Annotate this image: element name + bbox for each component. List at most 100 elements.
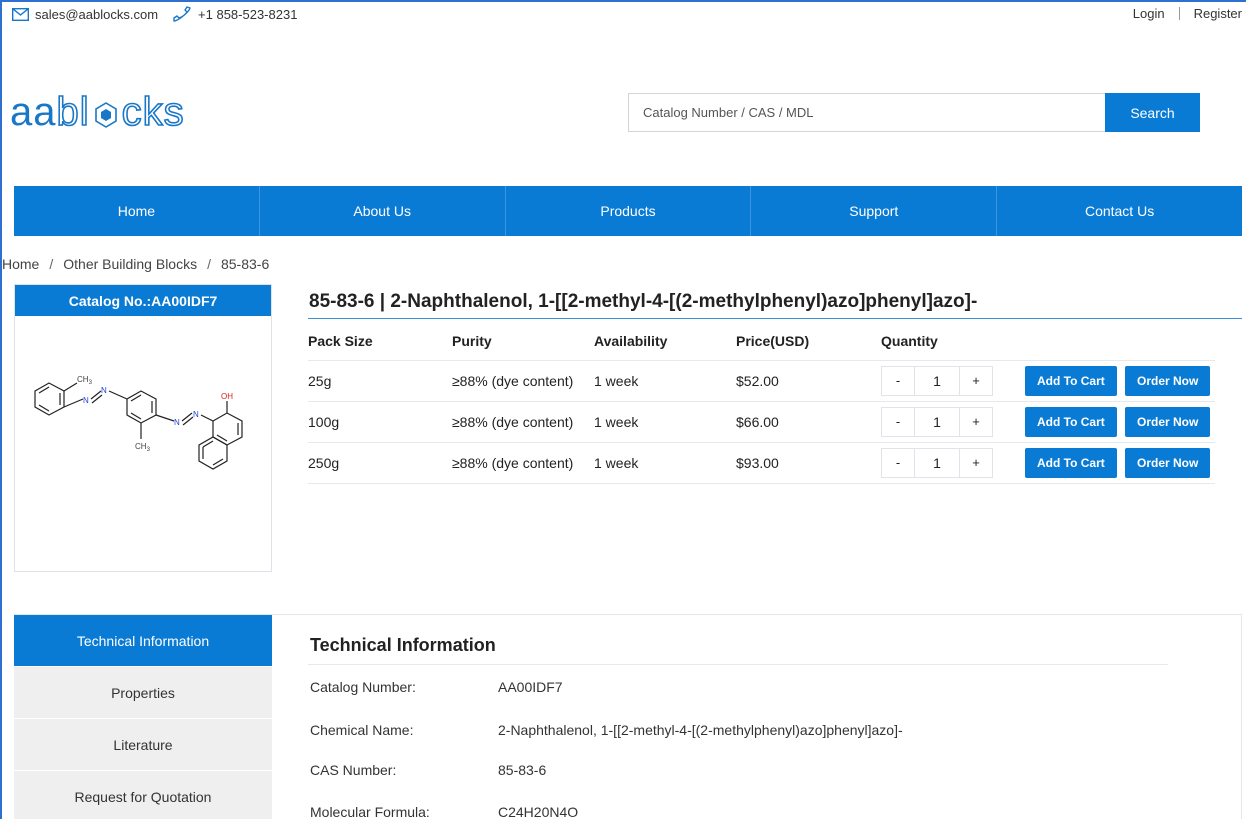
header-quantity: Quantity [881,333,938,350]
price-cell: $66.00 [736,400,881,442]
breadcrumb: Home / Other Building Blocks / 85-83-6 [2,256,269,272]
nitrogen-label: N [174,418,180,427]
add-to-cart-button[interactable]: Add To Cart [1025,365,1117,396]
add-to-cart-button[interactable]: Add To Cart [1025,447,1117,478]
order-now-button[interactable]: Order Now [1125,365,1211,396]
decrement-button[interactable]: - [882,408,914,436]
table-row: 100g ≥88% (dye content) 1 week $66.00 - … [308,400,1215,442]
price-cell: $52.00 [736,359,881,401]
envelope-icon [12,8,29,21]
tech-value: 85-83-6 [498,762,547,778]
nitrogen-label: N [83,396,89,405]
purity-cell: ≥88% (dye content) [452,400,594,442]
tech-value: 2-Naphthalenol, 1-[[2-methyl-4-[(2-methy… [498,722,903,738]
login-link[interactable]: Login [1133,6,1165,21]
breadcrumb-current: 85-83-6 [220,256,270,272]
chemical-structure-image: CH3 N N N N CH3 OH [34,375,243,470]
nav-home[interactable]: Home [14,186,260,236]
quantity-cell: - 1 + [881,359,1025,401]
quantity-cell: - 1 + [881,400,1025,442]
increment-button[interactable]: + [960,367,992,395]
pack-size-cell: 100g [308,400,452,442]
purity-cell: ≥88% (dye content) [452,441,594,484]
header-price: Price(USD) [736,333,810,350]
tab-technical-information[interactable]: Technical Information [14,615,272,667]
price-cell: $93.00 [736,441,881,484]
account-links: Login Register [1133,6,1242,21]
product-title: 85-83-6 | 2-Naphthalenol, 1-[[2-methyl-4… [309,291,978,312]
header-pack-size: Pack Size [308,333,373,350]
svg-text:CH3: CH3 [135,442,151,453]
nitrogen-label: N [101,386,107,395]
svg-text:CH3: CH3 [77,375,93,386]
methyl-label-2: CH [135,442,147,451]
add-to-cart-cell: Add To Cart [1025,359,1125,401]
email-link[interactable]: sales@aablocks.com [35,7,158,22]
nitrogen-label: N [193,410,199,419]
methyl-subscript-2: 3 [147,447,151,453]
pack-size-table: Pack Size Purity Availability Price(USD)… [308,323,1215,484]
header-empty [1125,323,1215,360]
search-bar: Search [628,93,1200,133]
table-row: 25g ≥88% (dye content) 1 week $52.00 - 1… [308,359,1215,401]
info-tabs: Technical Information Properties Literat… [14,615,272,819]
quantity-stepper: - 1 + [881,406,993,437]
table-header-row: Pack Size Purity Availability Price(USD)… [308,323,1215,360]
site-logo[interactable]: aa bl cks [10,91,185,133]
technical-info-divider [308,664,1168,665]
tab-properties[interactable]: Properties [14,667,272,719]
nav-contact-us[interactable]: Contact Us [997,186,1242,236]
nav-about-us[interactable]: About Us [260,186,506,236]
pack-size-cell: 250g [308,441,452,484]
order-now-button[interactable]: Order Now [1125,447,1211,478]
top-bar: sales@aablocks.com +1 858-523-8231 Login… [0,2,1246,26]
quantity-value[interactable]: 1 [914,448,960,477]
decrement-button[interactable]: - [882,449,914,477]
technical-info-title: Technical Information [310,635,496,655]
quantity-stepper: - 1 + [881,447,993,478]
decrement-button[interactable]: - [882,367,914,395]
order-now-cell: Order Now [1125,441,1215,484]
contact-info: sales@aablocks.com +1 858-523-8231 [12,6,297,23]
methyl-label-1: CH [77,375,89,384]
table-row: 250g ≥88% (dye content) 1 week $93.00 - … [308,441,1215,484]
breadcrumb-home[interactable]: Home [2,256,39,272]
account-divider [1178,7,1180,20]
title-divider [308,318,1242,319]
order-now-button[interactable]: Order Now [1125,406,1211,437]
breadcrumb-category[interactable]: Other Building Blocks [63,256,197,272]
product-image-card: Catalog No.:AA00IDF7 CH3 N N N N CH3 OH [14,284,272,572]
tech-value: C24H20N4O [498,804,579,819]
quantity-value[interactable]: 1 [914,366,960,395]
main-nav: Home About Us Products Support Contact U… [14,186,1242,236]
nav-products[interactable]: Products [506,186,752,236]
quantity-stepper: - 1 + [881,365,993,396]
breadcrumb-divider: / [49,256,54,272]
phone-number: +1 858-523-8231 [198,7,298,22]
phone-icon [173,6,191,22]
nav-support[interactable]: Support [751,186,998,236]
tab-literature[interactable]: Literature [14,719,272,771]
breadcrumb-divider: / [207,256,211,272]
order-now-cell: Order Now [1125,359,1215,401]
search-input[interactable] [628,93,1105,132]
tech-key: Molecular Formula: [310,804,430,819]
availability-cell: 1 week [594,359,736,401]
tech-key: Chemical Name: [310,722,414,738]
increment-button[interactable]: + [960,449,992,477]
pack-size-cell: 25g [308,359,452,401]
add-to-cart-button[interactable]: Add To Cart [1025,406,1117,437]
tech-value: AA00IDF7 [498,679,563,695]
search-button[interactable]: Search [1105,93,1200,132]
register-link[interactable]: Register [1194,6,1242,21]
logo-hexagon-icon [94,102,117,128]
tab-request-for-quotation[interactable]: Request for Quotation [14,771,272,819]
increment-button[interactable]: + [960,408,992,436]
header-purity: Purity [452,333,492,350]
purity-cell: ≥88% (dye content) [452,359,594,401]
catalog-number-header: Catalog No.:AA00IDF7 [15,285,271,316]
logo-text-part1: aa [10,90,57,134]
quantity-value[interactable]: 1 [914,407,960,436]
header-availability: Availability [594,333,668,350]
add-to-cart-cell: Add To Cart [1025,441,1125,484]
